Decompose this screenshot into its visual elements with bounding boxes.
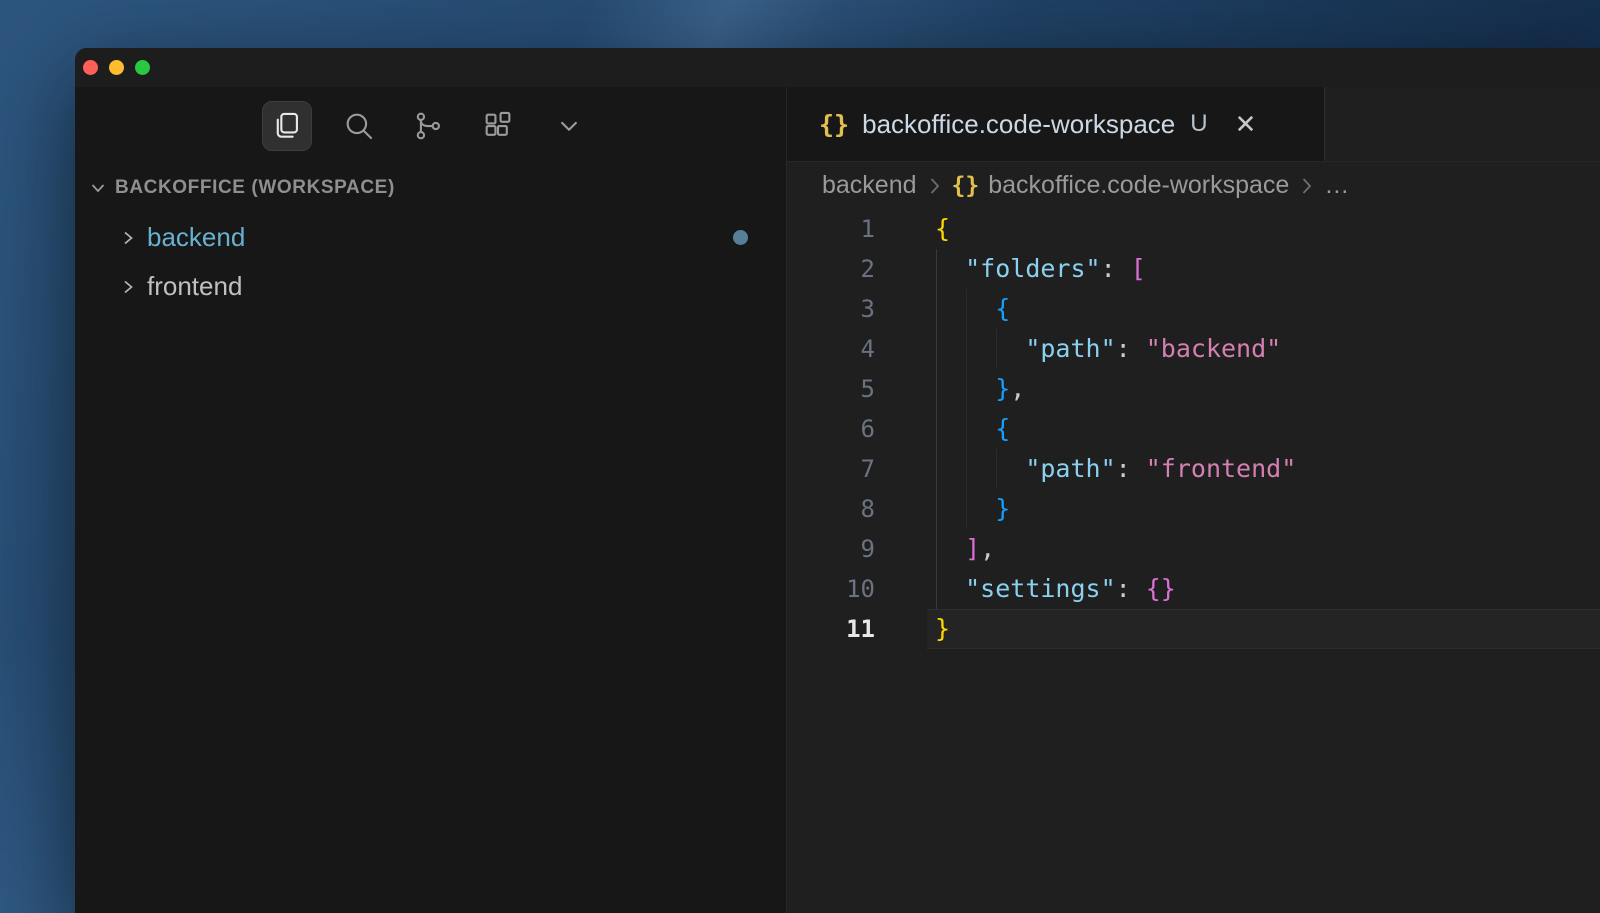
modified-dot [733, 230, 748, 245]
chevron-down-icon[interactable] [544, 101, 594, 151]
json-braces-icon: {} [819, 109, 850, 139]
extensions-icon[interactable] [473, 101, 523, 151]
code-text: }, [995, 374, 1026, 403]
minimize-button[interactable] [109, 60, 124, 75]
section-header-label: BACKOFFICE (WORKSPACE) [115, 177, 395, 198]
code-text: { [995, 414, 1011, 443]
tab-bar: {} backoffice.code-workspace U ✕ [787, 87, 1600, 162]
titlebar[interactable] [75, 48, 1600, 87]
code-line-8[interactable]: 8 } [787, 489, 1600, 529]
chevron-right-icon [124, 280, 133, 293]
sidebar: BACKOFFICE (WORKSPACE) backend frontend [75, 87, 787, 913]
line-number: 7 [860, 455, 875, 483]
code-text: "settings": {} [965, 574, 1176, 603]
tab-label: backoffice.code-workspace [862, 108, 1176, 139]
breadcrumb: backend {} backoffice.code-workspace … [787, 162, 1600, 209]
code-line-5[interactable]: 5 }, [787, 369, 1600, 409]
line-number: 9 [860, 535, 875, 563]
code-line-1[interactable]: 1{ [787, 209, 1600, 249]
chevron-down-icon [91, 184, 105, 193]
code-line-9[interactable]: 9 ], [787, 529, 1600, 569]
vscode-window: BACKOFFICE (WORKSPACE) backend frontend {… [75, 48, 1600, 913]
tree-item-frontend[interactable]: frontend [75, 262, 786, 311]
code-text: ], [965, 534, 996, 563]
line-number: 1 [860, 215, 875, 243]
explorer-icon[interactable] [262, 101, 312, 151]
line-number: 4 [860, 335, 875, 363]
breadcrumb-item-label: backoffice.code-workspace [988, 171, 1290, 199]
file-tree: backend frontend [75, 213, 786, 311]
git-status-badge: U [1190, 110, 1208, 137]
line-number: 10 [846, 575, 875, 603]
line-number: 6 [860, 415, 875, 443]
line-number: 8 [860, 495, 875, 523]
code-line-4[interactable]: 4 "path": "backend" [787, 329, 1600, 369]
code-line-6[interactable]: 6 { [787, 409, 1600, 449]
code-text: } [995, 494, 1011, 523]
code-line-3[interactable]: 3 { [787, 289, 1600, 329]
code-line-2[interactable]: 2 "folders": [ [787, 249, 1600, 289]
editor-pane: {} backoffice.code-workspace U ✕ backend… [787, 87, 1600, 913]
zoom-button[interactable] [135, 60, 150, 75]
tab-backoffice-code-workspace[interactable]: {} backoffice.code-workspace U ✕ [787, 87, 1325, 161]
workspace-section-header[interactable]: BACKOFFICE (WORKSPACE) [89, 171, 395, 205]
code-editor[interactable]: 1{2 "folders": [3 {4 "path": "backend" 5 … [787, 209, 1600, 649]
code-text: "folders": [ [965, 254, 1146, 283]
breadcrumb-separator-icon [928, 176, 941, 196]
breadcrumb-item[interactable]: … [1324, 171, 1349, 200]
line-number: 2 [860, 255, 875, 283]
code-line-7[interactable]: 7 "path": "frontend" [787, 449, 1600, 489]
close-button[interactable] [83, 60, 98, 75]
tree-item-backend[interactable]: backend [75, 213, 786, 262]
line-number: 5 [860, 375, 875, 403]
search-icon[interactable] [334, 101, 384, 151]
code-text: "path": "frontend" [1025, 454, 1297, 483]
line-number: 3 [860, 295, 875, 323]
code-text: } [935, 614, 951, 643]
breadcrumb-item-label: … [1324, 171, 1350, 199]
code-text: { [935, 214, 951, 243]
code-line-11[interactable]: 11} [787, 609, 1600, 649]
breadcrumb-separator-icon [1300, 176, 1313, 196]
line-number: 11 [846, 615, 875, 643]
breadcrumb-item[interactable]: backend [822, 171, 917, 200]
chevron-right-icon [124, 231, 133, 244]
source-control-icon[interactable] [403, 101, 453, 151]
breadcrumb-item[interactable]: {} backoffice.code-workspace [952, 171, 1290, 200]
tree-item-label: frontend [147, 271, 243, 301]
code-lines: 1{2 "folders": [3 {4 "path": "backend" 5 … [787, 209, 1600, 649]
tree-item-label: backend [147, 222, 246, 252]
traffic-lights [83, 60, 150, 75]
json-braces-icon: {} [951, 172, 980, 199]
code-text: "path": "backend" [1025, 334, 1282, 363]
code-line-10[interactable]: 10 "settings": {} [787, 569, 1600, 609]
code-text: { [995, 294, 1011, 323]
breadcrumb-item-label: backend [822, 171, 917, 199]
close-tab-icon[interactable]: ✕ [1235, 111, 1257, 137]
